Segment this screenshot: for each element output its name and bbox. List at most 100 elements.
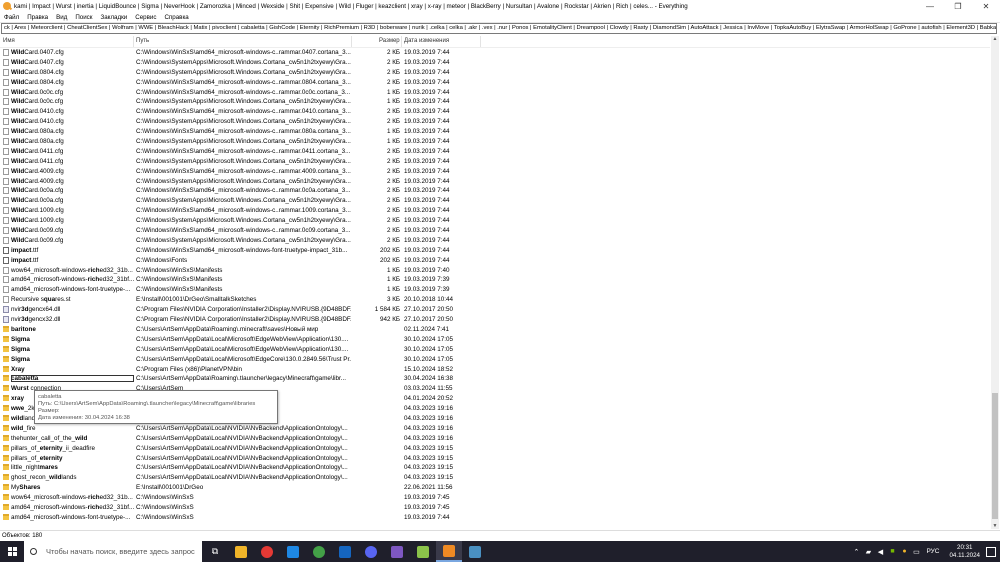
table-row[interactable]: ghost_recon_wildlands C:\Users\ArtSem\App… [0,473,990,483]
minimize-button[interactable]: — [916,0,944,12]
close-button[interactable]: ✕ [972,0,1000,12]
taskbar-app-2[interactable] [280,541,306,562]
table-row[interactable]: thehunter_call_of_the_wild C:\Users\ArtSe… [0,434,990,444]
table-row[interactable]: WildCard.0c0c.cfg C:\Windows\SystemApps\M… [0,97,990,107]
clock[interactable]: 20:31 04.11.2024 [949,544,980,560]
table-row[interactable]: wow64_microsoft-windows-riched32_31b... C… [0,493,990,503]
battery-icon[interactable]: ▭ [910,548,922,556]
vertical-scrollbar[interactable]: ▲ ▼ [991,36,999,529]
taskbar-app-6[interactable] [384,541,410,562]
table-row[interactable]: WildCard.1009.cfg C:\Windows\WinSxS\amd64… [0,206,990,216]
row-name-bold: Sigma [11,355,30,363]
language-indicator[interactable]: РУС [926,548,939,555]
taskbar-app-3[interactable] [306,541,332,562]
app-tray-icon[interactable]: ● [898,548,910,555]
table-row[interactable]: MyShares E:\Install\001001\DrGeo 22.06.202… [0,483,990,493]
search-input[interactable]: ck | Ares | Meteorclient | CheatClientSe… [1,23,997,34]
table-row[interactable]: Sigma C:\Users\ArtSem\AppData\Local\Micro… [0,345,990,355]
table-row[interactable]: WildCard.0c09.cfg C:\Windows\SystemApps\M… [0,236,990,246]
table-row[interactable]: WildCard.0411.cfg C:\Windows\SystemApps\M… [0,157,990,167]
table-row[interactable]: baritone C:\Users\ArtSem\AppData\Roaming\… [0,325,990,335]
volume-icon[interactable]: ◀ [874,548,886,556]
table-row[interactable]: WildCard.0c09.cfg C:\Windows\WinSxS\amd64… [0,226,990,236]
table-row[interactable]: WildCard.0c0a.cfg C:\Windows\WinSxS\amd64… [0,186,990,196]
table-row[interactable]: WildCard.0410.cfg C:\Windows\SystemApps\M… [0,117,990,127]
taskbar-search[interactable]: Чтобы начать поиск, введите здесь запрос [24,541,202,562]
table-row[interactable]: nvir3dgencx32.dll C:\Program Files\NVIDIA… [0,315,990,325]
column-date[interactable]: Дата изменения [404,38,449,44]
menu-tools[interactable]: Сервис [131,14,160,21]
menu-edit[interactable]: Правка [23,14,52,21]
row-name-bold: wwe [11,405,25,413]
table-row[interactable]: WildCard.0c0c.cfg C:\Windows\WinSxS\amd64… [0,88,990,98]
network-icon[interactable]: ▰ [862,548,874,556]
taskbar-app-1[interactable] [254,541,280,562]
table-row[interactable]: WildCard.080a.cfg C:\Windows\WinSxS\amd64… [0,127,990,137]
menu-bookmarks[interactable]: Закладки [96,14,131,21]
row-name: MyShares [11,484,134,491]
menu-help[interactable]: Справка [160,14,192,21]
table-row[interactable]: Sigma C:\Users\ArtSem\AppData\Local\Micro… [0,355,990,365]
scroll-down-icon[interactable]: ▼ [992,523,998,529]
taskbar-app-9[interactable] [462,541,488,562]
table-row[interactable]: wild_fire C:\Users\ArtSem\AppData\Local\N… [0,424,990,434]
table-row[interactable]: WildCard.080a.cfg C:\Windows\SystemApps\M… [0,137,990,147]
row-date: 19.03.2019 7:44 [404,157,450,165]
notifications-icon[interactable] [986,546,996,557]
table-row[interactable]: cabaletta C:\Users\ArtSem\AppData\Roaming… [0,374,990,384]
table-row[interactable]: impact.ttf C:\Windows\Fonts 202 КБ 19.03.20… [0,256,990,266]
menu-file[interactable]: Файл [0,14,23,21]
row-date: 19.03.2019 7:45 [404,503,450,511]
taskbar-app-8[interactable] [436,541,462,562]
row-size: 2 КБ [386,167,400,175]
column-size[interactable]: Размер [379,38,400,44]
table-row[interactable]: WildCard.1009.cfg C:\Windows\SystemApps\M… [0,216,990,226]
table-row[interactable]: WildCard.0411.cfg C:\Windows\WinSxS\amd64… [0,147,990,157]
table-row[interactable]: WildCard.0407.cfg C:\Windows\SystemApps\M… [0,58,990,68]
scroll-up-icon[interactable]: ▲ [992,36,998,42]
table-row[interactable]: amd64_microsoft-windows-font-truetype-..… [0,513,990,523]
scroll-thumb[interactable] [992,393,998,519]
row-name-bold: Wild [11,68,25,76]
table-row[interactable]: WildCard.4009.cfg C:\Windows\WinSxS\amd64… [0,167,990,177]
table-row[interactable]: nvir3dgencx64.dll C:\Program Files\NVIDIA… [0,305,990,315]
table-row[interactable]: Sigma C:\Users\ArtSem\AppData\Local\Micro… [0,335,990,345]
table-row[interactable]: impact.ttf C:\Windows\WinSxS\amd64_micros… [0,246,990,256]
row-date: 22.06.2021 11:56 [404,484,453,492]
table-row[interactable]: amd64_microsoft-windows-riched32_31bf...… [0,503,990,513]
item-tooltip: cabaletta Путь: C:\Users\ArtSem\AppData\… [34,390,278,424]
table-row[interactable]: pillars_of_eternity_ii_deadfire C:\Users\… [0,444,990,454]
table-row[interactable]: amd64_microsoft-windows-riched32_31bf...… [0,275,990,285]
folder-icon [3,444,9,451]
taskbar-app-5[interactable] [358,541,384,562]
table-row[interactable]: little_nightmares C:\Users\ArtSem\AppData… [0,463,990,473]
taskbar-app-7[interactable] [410,541,436,562]
table-row[interactable]: Recursive squares.st E:\Install\001001\Dr… [0,295,990,305]
menu-search[interactable]: Поиск [71,14,96,21]
table-row[interactable]: WildCard.0804.cfg C:\Windows\SystemApps\M… [0,68,990,78]
table-row[interactable]: WildCard.0410.cfg C:\Windows\WinSxS\amd64… [0,107,990,117]
column-name[interactable]: Имя [3,38,15,44]
row-date: 19.03.2019 7:39 [404,276,450,284]
taskbar-app-4[interactable] [332,541,358,562]
row-date: 19.03.2019 7:44 [404,227,450,235]
table-row[interactable]: WildCard.0407.cfg C:\Windows\WinSxS\amd64… [0,48,990,58]
chevron-up-icon[interactable]: ⌃ [850,548,862,556]
file-icon [3,128,9,136]
table-row[interactable]: WildCard.0804.cfg C:\Windows\WinSxS\amd64… [0,78,990,88]
menu-view[interactable]: Вид [52,14,71,21]
taskbar-app-0[interactable] [228,541,254,562]
table-row[interactable]: wow64_microsoft-windows-riched32_31b... C… [0,266,990,276]
table-row[interactable]: Xray C:\Program Files (x86)\PlanetVPN\bin… [0,365,990,375]
table-row[interactable]: WildCard.0c0a.cfg C:\Windows\SystemApps\M… [0,196,990,206]
row-name-post: _fire [23,424,36,432]
task-view-icon[interactable]: ⧉ [202,541,228,562]
table-row[interactable]: WildCard.4009.cfg C:\Windows\SystemApps\M… [0,177,990,187]
nvidia-icon[interactable]: ■ [886,548,898,555]
table-row[interactable]: pillars_of_eternity C:\Users\ArtSem\AppDa… [0,454,990,464]
start-button[interactable] [0,541,24,562]
table-row[interactable]: amd64_microsoft-windows-font-truetype-..… [0,285,990,295]
maximize-button[interactable]: ❐ [944,0,972,12]
column-path[interactable]: Путь [136,38,149,44]
row-name-bold: Sigma [11,345,30,353]
